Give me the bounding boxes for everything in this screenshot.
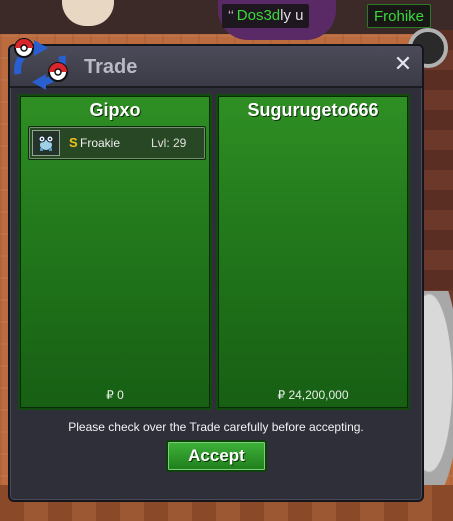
accept-button[interactable]: Accept (166, 440, 267, 472)
trade-panels: Gipxo S Froakie Lvl: 29 ₽ 0 Sugurugeto66… (18, 94, 414, 412)
confirmation-notice: Please check over the Trade carefully be… (68, 420, 364, 434)
player-nameplate[interactable]: Frohike (367, 4, 432, 28)
pokemon-level: Lvl: 29 (151, 136, 187, 150)
trade-window: Trade ✕ Gipxo S Froakie Lvl: 29 ₽ 0 Sugu… (8, 38, 424, 502)
money-offer: ₽ 0 (106, 388, 124, 402)
player-name: Dos3d (236, 7, 281, 24)
trade-item-slot[interactable]: S Froakie Lvl: 29 (28, 126, 206, 160)
my-offer-panel: Gipxo S Froakie Lvl: 29 ₽ 0 (18, 94, 212, 410)
window-title: Trade (84, 56, 138, 78)
froakie-sprite-icon (32, 130, 60, 156)
trade-exchange-icon (14, 38, 68, 90)
player-name: Gipxo (89, 100, 141, 120)
player-name: Sugurugeto666 (247, 100, 379, 120)
pokemon-name: Froakie (80, 136, 121, 150)
money-offer: ₽ 24,200,000 (277, 388, 349, 402)
their-offer-panel: Sugurugeto666 ₽ 24,200,000 (216, 94, 410, 410)
player-name-suffix: ly u (280, 7, 304, 24)
badge-icon: ʻʻ (228, 8, 234, 23)
player-name: Frohike (374, 8, 425, 25)
player-nameplate[interactable]: ʻʻ Dos3dly u (222, 4, 310, 28)
shiny-star-icon: S (69, 135, 78, 150)
close-icon[interactable]: ✕ (390, 52, 416, 78)
